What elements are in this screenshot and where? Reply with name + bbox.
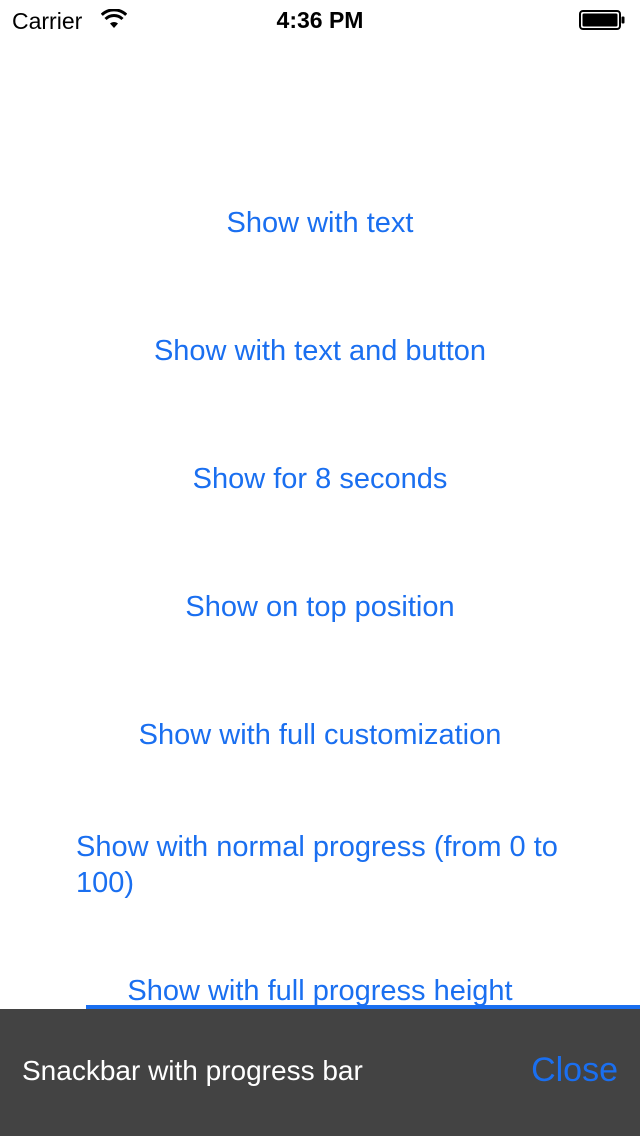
show-on-top-position-button[interactable]: Show on top position [0,591,640,624]
snackbar-close-button[interactable]: Close [531,1051,618,1090]
status-bar: Carrier 4:36 PM [0,0,640,40]
battery-icon [579,10,625,30]
show-with-normal-progress-button[interactable]: Show with normal progress (from 0 to 100… [76,829,576,901]
snackbar: Snackbar with progress bar Close [0,1009,640,1136]
show-with-text-and-button-button[interactable]: Show with text and button [0,335,640,368]
show-with-full-progress-height-button[interactable]: Show with full progress height [0,975,640,1008]
show-with-full-customization-button[interactable]: Show with full customization [0,719,640,752]
show-with-text-button[interactable]: Show with text [0,207,640,240]
clock: 4:36 PM [276,7,364,33]
snackbar-message: Snackbar with progress bar [22,1055,363,1086]
show-for-8-seconds-button[interactable]: Show for 8 seconds [0,463,640,496]
